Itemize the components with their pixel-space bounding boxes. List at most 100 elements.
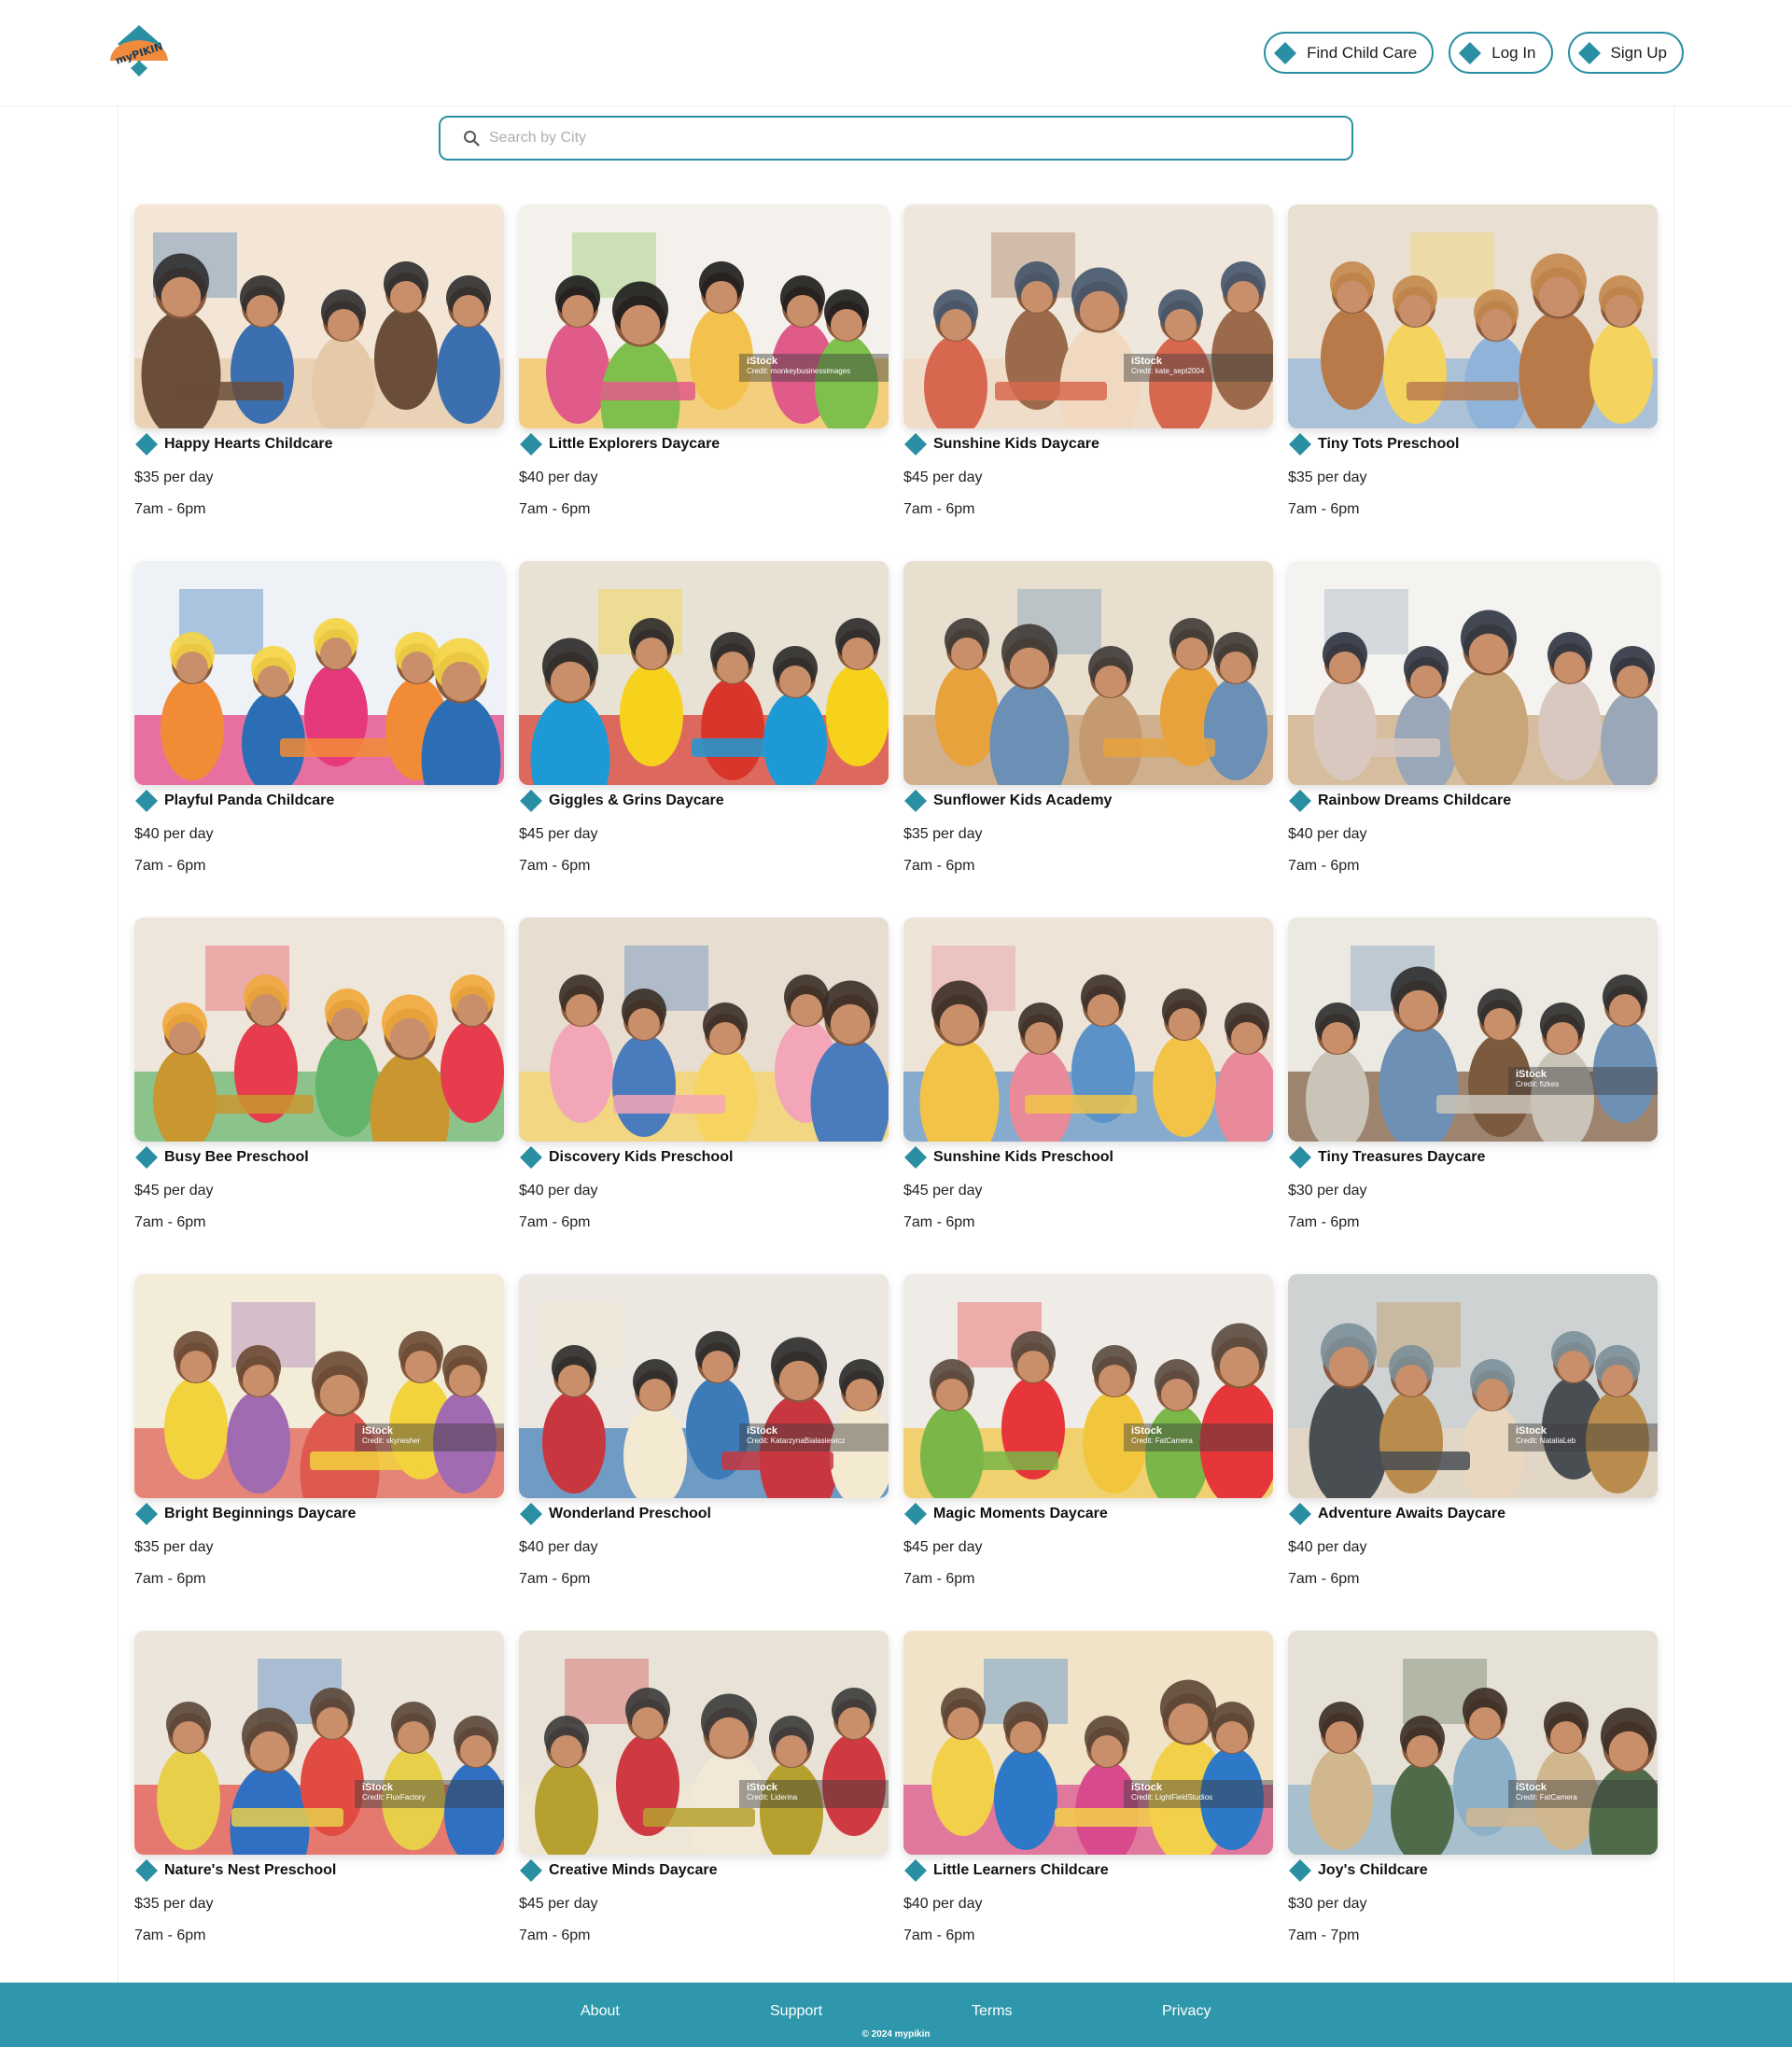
listing-photo[interactable]	[903, 561, 1273, 785]
listing-price: $45 per day	[903, 1183, 983, 1199]
top-nav: Find Child Care Log In Sign Up	[1264, 32, 1684, 74]
listing-card[interactable]: iStock Credit: FluxFactory Nature's Nest P…	[134, 1631, 504, 1987]
listing-photo[interactable]: iStock Credit: skynesher	[134, 1274, 504, 1498]
listing-photo[interactable]	[1288, 204, 1658, 428]
listing-name[interactable]: Wonderland Preschool	[549, 1506, 711, 1522]
listing-photo[interactable]	[519, 561, 889, 785]
listing-name[interactable]: Tiny Tots Preschool	[1318, 436, 1459, 453]
listing-photo[interactable]	[1288, 561, 1658, 785]
listing-title-row: Discovery Kids Preschool	[519, 1145, 889, 1170]
listing-photo[interactable]	[519, 918, 889, 1142]
listing-card[interactable]: iStock Credit: kate_sept2004 Sunshine Kids…	[903, 204, 1273, 561]
listing-card[interactable]: iStock Credit: Liderina Creative Minds Day…	[519, 1631, 889, 1987]
listing-name[interactable]: Happy Hearts Childcare	[164, 436, 333, 453]
listing-card[interactable]: iStock Credit: FatCamera Magic Moments Day…	[903, 1274, 1273, 1631]
listing-name[interactable]: Magic Moments Daycare	[933, 1506, 1108, 1522]
listing-card[interactable]: Tiny Tots Preschool $35 per day 7am - 6pm	[1288, 204, 1658, 561]
listing-name[interactable]: Rainbow Dreams Childcare	[1318, 792, 1511, 809]
sign-up-button[interactable]: Sign Up	[1567, 32, 1684, 74]
listing-card[interactable]: Sunflower Kids Academy $35 per day 7am - 6…	[903, 561, 1273, 918]
listing-card[interactable]: iStock Credit: FatCamera Joy's Childcare $3…	[1288, 1631, 1658, 1987]
istock-watermark: iStock Credit: LightFieldStudios	[1124, 1780, 1273, 1808]
diamond-icon	[904, 1859, 927, 1882]
diamond-icon	[520, 790, 542, 812]
listing-photo[interactable]	[134, 918, 504, 1142]
listing-photo[interactable]: iStock Credit: LightFieldStudios	[903, 1631, 1273, 1855]
listing-name[interactable]: Little Explorers Daycare	[549, 436, 720, 453]
listing-card[interactable]: iStock Credit: monkeybusinessimages Little…	[519, 204, 889, 561]
diamond-icon	[135, 1146, 158, 1169]
listing-title-row: Playful Panda Childcare	[134, 789, 504, 813]
listing-hours: 7am - 6pm	[1288, 501, 1360, 517]
listing-photo[interactable]: iStock Credit: NataliaLeb	[1288, 1274, 1658, 1498]
listing-name[interactable]: Creative Minds Daycare	[549, 1862, 718, 1879]
listing-name[interactable]: Sunshine Kids Preschool	[933, 1149, 1113, 1166]
watermark-credit: Credit: LightFieldStudios	[1131, 1793, 1213, 1802]
listing-title-row: Busy Bee Preschool	[134, 1145, 504, 1170]
footer-link-privacy[interactable]: Privacy	[1162, 2003, 1211, 2020]
listing-price: $45 per day	[519, 826, 598, 842]
listing-name[interactable]: Tiny Treasures Daycare	[1318, 1149, 1485, 1166]
listing-name[interactable]: Sunflower Kids Academy	[933, 792, 1112, 809]
listing-card[interactable]: iStock Credit: NataliaLeb Adventure Awaits…	[1288, 1274, 1658, 1631]
listing-name[interactable]: Busy Bee Preschool	[164, 1149, 309, 1166]
listing-card[interactable]: Playful Panda Childcare $40 per day 7am - …	[134, 561, 504, 918]
listing-photo[interactable]: iStock Credit: FluxFactory	[134, 1631, 504, 1855]
footer-link-terms[interactable]: Terms	[972, 2003, 1013, 2020]
diamond-icon	[520, 1146, 542, 1169]
copyright: © 2024 mypikin	[861, 2029, 931, 2040]
listing-title-row: Tiny Tots Preschool	[1288, 432, 1658, 456]
find-child-care-button[interactable]: Find Child Care	[1264, 32, 1435, 74]
listing-hours: 7am - 6pm	[903, 1214, 975, 1230]
watermark-credit: Credit: monkeybusinessimages	[747, 367, 851, 375]
listing-name[interactable]: Playful Panda Childcare	[164, 792, 334, 809]
listing-name[interactable]: Giggles & Grins Daycare	[549, 792, 724, 809]
listing-photo-art	[134, 1274, 504, 1498]
listing-title-row: Little Learners Childcare	[903, 1858, 1273, 1883]
listing-card[interactable]: iStock Credit: skynesher Bright Beginnings…	[134, 1274, 504, 1631]
listing-price: $45 per day	[903, 470, 983, 485]
listing-card[interactable]: iStock Credit: fizkes Tiny Treasures Dayca…	[1288, 918, 1658, 1274]
listing-name[interactable]: Bright Beginnings Daycare	[164, 1506, 356, 1522]
listing-card[interactable]: Giggles & Grins Daycare $45 per day 7am - …	[519, 561, 889, 918]
nav-label: Log In	[1491, 43, 1536, 62]
listing-name[interactable]: Little Learners Childcare	[933, 1862, 1109, 1879]
listing-photo[interactable]	[134, 204, 504, 428]
listing-card[interactable]: iStock Credit: KatarzynaBialasiewicz Wonde…	[519, 1274, 889, 1631]
listing-card[interactable]: Busy Bee Preschool $45 per day 7am - 6pm	[134, 918, 504, 1274]
listing-name[interactable]: Joy's Childcare	[1318, 1862, 1428, 1879]
footer-link-support[interactable]: Support	[770, 2003, 822, 2020]
listing-name[interactable]: Nature's Nest Preschool	[164, 1862, 336, 1879]
listing-card[interactable]: Happy Hearts Childcare $35 per day 7am - 6…	[134, 204, 504, 561]
listing-name[interactable]: Sunshine Kids Daycare	[933, 436, 1099, 453]
listing-hours: 7am - 6pm	[1288, 1571, 1360, 1587]
footer-link-about[interactable]: About	[581, 2003, 620, 2020]
listing-photo[interactable]: iStock Credit: fizkes	[1288, 918, 1658, 1142]
listing-photo[interactable]: iStock Credit: Liderina	[519, 1631, 889, 1855]
mypikin-logo[interactable]: myPIKIN	[106, 23, 172, 79]
listing-photo[interactable]: iStock Credit: KatarzynaBialasiewicz	[519, 1274, 889, 1498]
search-bar[interactable]	[439, 116, 1353, 161]
listing-title-row: Wonderland Preschool	[519, 1502, 889, 1526]
listing-card[interactable]: Rainbow Dreams Childcare $40 per day 7am -…	[1288, 561, 1658, 918]
listing-price: $40 per day	[519, 1539, 598, 1555]
listing-title-row: Sunflower Kids Academy	[903, 789, 1273, 813]
listing-name[interactable]: Discovery Kids Preschool	[549, 1149, 733, 1166]
listing-photo[interactable]: iStock Credit: kate_sept2004	[903, 204, 1273, 428]
listing-photo[interactable]: iStock Credit: FatCamera	[1288, 1631, 1658, 1855]
listing-title-row: Sunshine Kids Preschool	[903, 1145, 1273, 1170]
listing-photo-art	[903, 1274, 1273, 1498]
listing-photo[interactable]: iStock Credit: FatCamera	[903, 1274, 1273, 1498]
listing-card[interactable]: Discovery Kids Preschool $40 per day 7am -…	[519, 918, 889, 1274]
log-in-button[interactable]: Log In	[1449, 32, 1553, 74]
listing-photo[interactable]	[134, 561, 504, 785]
listing-hours: 7am - 6pm	[134, 858, 206, 874]
listing-name[interactable]: Adventure Awaits Daycare	[1318, 1506, 1505, 1522]
listing-card[interactable]: Sunshine Kids Preschool $45 per day 7am - …	[903, 918, 1273, 1274]
search-input[interactable]	[489, 130, 1329, 147]
listing-title-row: Magic Moments Daycare	[903, 1502, 1273, 1526]
listing-photo[interactable]: iStock Credit: monkeybusinessimages	[519, 204, 889, 428]
listing-photo-art	[1288, 1631, 1658, 1855]
listing-photo[interactable]	[903, 918, 1273, 1142]
listing-card[interactable]: iStock Credit: LightFieldStudios Little Le…	[903, 1631, 1273, 1987]
